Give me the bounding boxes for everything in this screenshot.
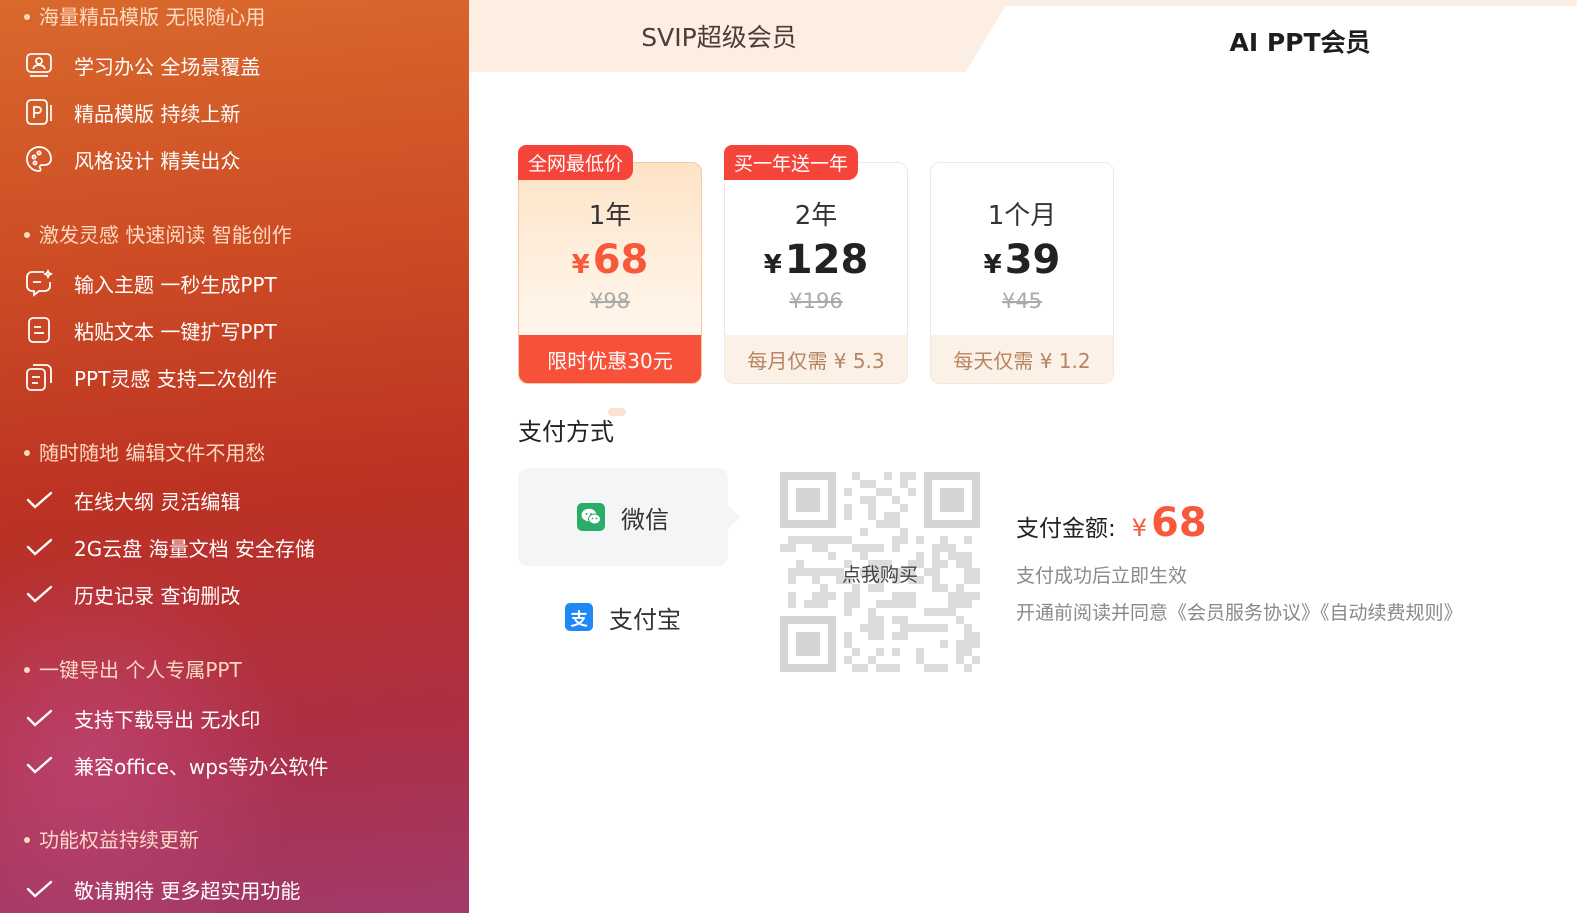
documents-icon	[24, 362, 54, 392]
plan-price: ¥68	[519, 237, 701, 283]
plan-card-1-month[interactable]: 1个月 ¥39 ¥45 每天仅需 ¥ 1.2	[930, 162, 1114, 384]
benefit-item: 支持下载导出 无水印	[24, 703, 260, 733]
benefit-item: 精品模版 持续上新	[24, 97, 240, 127]
chat-sparkle-icon	[24, 268, 54, 298]
benefit-label: 输入主题 一秒生成PPT	[74, 272, 277, 297]
section-title: 功能权益持续更新	[24, 824, 199, 853]
payment-effective-hint: 支付成功后立即生效	[1016, 565, 1188, 587]
palette-icon	[24, 144, 54, 174]
plan-price-value: 128	[784, 237, 869, 283]
plan-price-value: 39	[1004, 237, 1061, 283]
benefit-item: 学习办公 全场景覆盖	[24, 50, 260, 80]
benefit-item: 粘贴文本 一键扩写PPT	[24, 315, 277, 345]
plan-duration: 1年	[588, 201, 632, 231]
benefit-item: 敬请期待 更多超实用功能	[24, 874, 300, 904]
plan-currency: ¥	[983, 250, 1002, 280]
check-icon	[24, 579, 54, 609]
benefit-item: PPT灵感 支持二次创作	[24, 362, 277, 392]
plan-original-price: ¥98	[589, 289, 631, 313]
person-card-icon	[24, 50, 54, 80]
tab-aippt[interactable]: AI PPT会员	[1180, 16, 1420, 66]
tab-svip-label: SVIP超级会员	[641, 23, 797, 52]
payment-method-title: 支付方式	[518, 408, 626, 447]
plan-price: ¥128	[725, 237, 907, 283]
check-icon	[24, 703, 54, 733]
alipay-icon: 支	[565, 603, 593, 631]
tab-bar-edge	[1000, 0, 1577, 6]
plan-price: ¥39	[931, 237, 1113, 283]
pay-option-wechat[interactable]: 微信	[518, 468, 740, 566]
plan-footer: 限时优惠30元	[519, 335, 701, 383]
plan-badge: 买一年送一年	[724, 145, 859, 180]
plan-currency: ¥	[571, 250, 590, 280]
benefit-label: 敬请期待 更多超实用功能	[74, 878, 301, 903]
benefit-item: 2G云盘 海量文档 安全存储	[24, 532, 315, 562]
benefit-label: 学习办公 全场景覆盖	[74, 54, 261, 79]
qr-buy-label[interactable]: 点我购买	[780, 560, 980, 587]
amount-value: 68	[1151, 500, 1207, 546]
plan-badge: 全网最低价	[518, 145, 634, 180]
check-icon	[24, 485, 54, 515]
plan-original-price: ¥196	[789, 289, 843, 313]
wechat-icon	[577, 503, 605, 531]
agreement-text[interactable]: 开通前阅读并同意《会员服务协议》《自动续费规则》	[1016, 598, 1463, 625]
section-title: 一键导出 个人专属PPT	[24, 654, 242, 683]
amount-currency: ¥	[1131, 514, 1148, 542]
plan-duration: 2年	[794, 201, 838, 231]
document-icon	[24, 315, 54, 345]
benefit-label: 风格设计 精美出众	[74, 148, 241, 173]
tab-svip[interactable]: SVIP超级会员	[469, 0, 1009, 72]
check-icon	[24, 874, 54, 904]
membership-page: 海量精品模版 无限随心用 学习办公 全场景覆盖 精品模版 持续上新 风格设计 精…	[0, 0, 1577, 913]
benefit-label: 在线大纲 灵活编辑	[74, 489, 241, 514]
plan-duration: 1个月	[987, 201, 1057, 231]
pay-option-label: 支付宝	[609, 605, 681, 634]
benefit-item: 历史记录 查询删改	[24, 579, 240, 609]
section-title: 海量精品模版 无限随心用	[24, 1, 265, 30]
benefit-label: 历史记录 查询删改	[74, 583, 241, 608]
benefit-item: 在线大纲 灵活编辑	[24, 485, 240, 515]
plan-currency: ¥	[763, 250, 782, 280]
benefit-label: 精品模版 持续上新	[74, 101, 241, 126]
plan-card-1-year[interactable]: 1年 ¥68 ¥98 限时优惠30元	[518, 162, 702, 384]
check-icon	[24, 532, 54, 562]
benefit-label: PPT灵感 支持二次创作	[74, 366, 277, 391]
template-icon	[24, 97, 54, 127]
benefit-item: 风格设计 精美出众	[24, 144, 240, 174]
plan-original-price: ¥45	[1001, 289, 1043, 313]
pay-option-alipay[interactable]: 支 支付宝	[518, 568, 728, 666]
plan-footer: 每月仅需 ¥ 5.3	[725, 335, 907, 383]
benefit-item: 兼容office、wps等办公软件	[24, 750, 328, 780]
plan-card-2-year[interactable]: 2年 ¥128 ¥196 每月仅需 ¥ 5.3	[724, 162, 908, 384]
section-title: 随时随地 编辑文件不用愁	[24, 437, 265, 466]
benefit-label: 2G云盘 海量文档 安全存储	[74, 536, 315, 561]
amount-label: 支付金额:	[1016, 516, 1116, 542]
benefit-label: 支持下载导出 无水印	[74, 707, 261, 732]
benefit-item: 输入主题 一秒生成PPT	[24, 268, 277, 298]
pay-option-label: 微信	[621, 505, 669, 534]
benefit-label: 兼容office、wps等办公软件	[74, 754, 329, 779]
benefit-label: 粘贴文本 一键扩写PPT	[74, 319, 277, 344]
payment-amount: 支付金额: ¥ 68	[1016, 500, 1207, 546]
benefits-panel: 海量精品模版 无限随心用 学习办公 全场景覆盖 精品模版 持续上新 风格设计 精…	[0, 0, 469, 913]
section-title: 激发灵感 快速阅读 智能创作	[24, 219, 292, 248]
plan-footer: 每天仅需 ¥ 1.2	[931, 335, 1113, 383]
plan-price-value: 68	[592, 237, 649, 283]
check-icon	[24, 750, 54, 780]
tab-aippt-label: AI PPT会员	[1229, 23, 1371, 61]
